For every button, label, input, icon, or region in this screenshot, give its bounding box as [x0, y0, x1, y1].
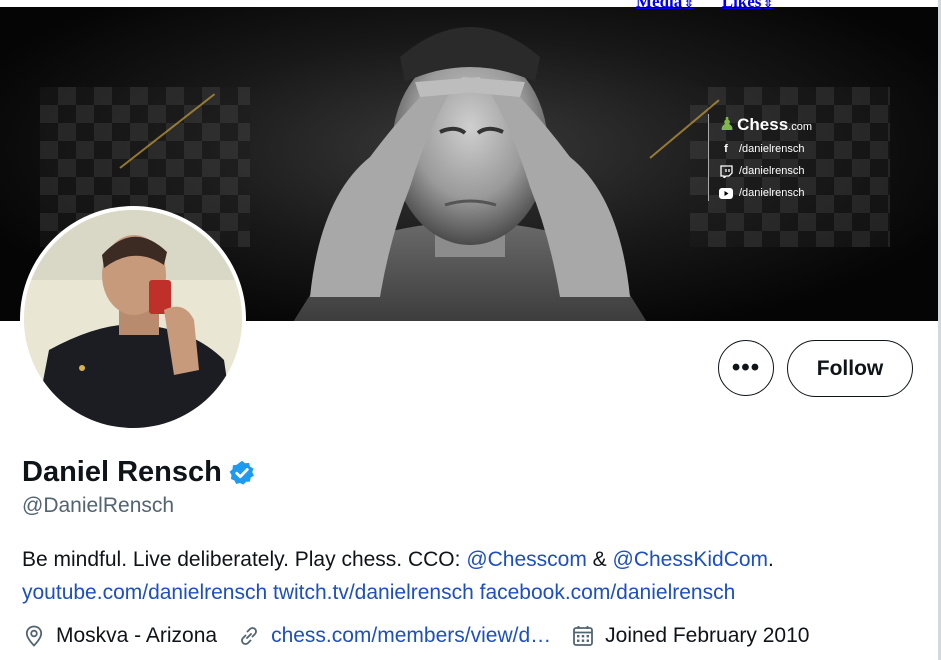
profile-meta: Moskva - Arizona chess.com/members/view/… — [22, 624, 829, 648]
location-item: Moskva - Arizona — [22, 624, 217, 648]
follow-button[interactable]: Follow — [787, 340, 913, 397]
website-link[interactable]: chess.com/members/view/d… — [271, 624, 551, 648]
verified-badge-icon[interactable] — [228, 459, 256, 487]
media-tab-link[interactable]: Media ⇳ — [636, 0, 694, 11]
social-row: f /danielrensch — [719, 141, 812, 157]
joined-item: Joined February 2010 — [571, 624, 809, 648]
location-text: Moskva - Arizona — [56, 624, 218, 647]
profile-handle: @DanielRensch — [22, 494, 175, 517]
facebook-link[interactable]: facebook.com/danielrensch — [480, 581, 736, 604]
profile-name-row: Daniel Rensch — [22, 456, 256, 489]
twitch-icon — [719, 164, 733, 178]
banner-portrait-image — [293, 27, 647, 321]
profile-bio: Be mindful. Live deliberately. Play ches… — [22, 548, 774, 604]
calendar-icon — [573, 626, 594, 646]
location-pin-icon — [25, 625, 43, 647]
youtube-icon — [719, 186, 733, 200]
mention-chesscom-link[interactable]: @Chesscom — [466, 548, 587, 571]
website-item: chess.com/members/view/d… — [237, 624, 551, 648]
profile-avatar[interactable] — [20, 206, 246, 432]
facebook-icon: f — [724, 143, 728, 155]
avatar-photo — [24, 210, 242, 428]
more-options-button[interactable]: ••• — [718, 340, 774, 396]
twitch-link[interactable]: twitch.tv/danielrensch — [273, 581, 474, 604]
chesscom-logo: ♟ Chess .com — [719, 114, 813, 134]
profile-tab-links: Media ⇳ Likes ⇳ — [636, 0, 797, 11]
chesscom-promo: ♟ Chess .com f /danielrensch /danielrensc… — [708, 114, 812, 201]
mention-chesskidcom-link[interactable]: @ChessKidCom — [613, 548, 769, 571]
more-icon: ••• — [731, 354, 761, 381]
social-row: /danielrensch — [719, 163, 812, 179]
display-name: Daniel Rensch — [22, 456, 222, 488]
sort-icon: ⇳ — [763, 0, 773, 10]
sort-icon: ⇳ — [684, 0, 694, 10]
joined-text: Joined February 2010 — [605, 624, 810, 647]
likes-tab-link[interactable]: Likes ⇳ — [722, 0, 773, 11]
youtube-link[interactable]: youtube.com/danielrensch — [22, 581, 267, 604]
pawn-icon: ♟ — [719, 114, 736, 134]
social-row: /danielrensch — [719, 185, 812, 201]
link-icon — [241, 627, 257, 645]
